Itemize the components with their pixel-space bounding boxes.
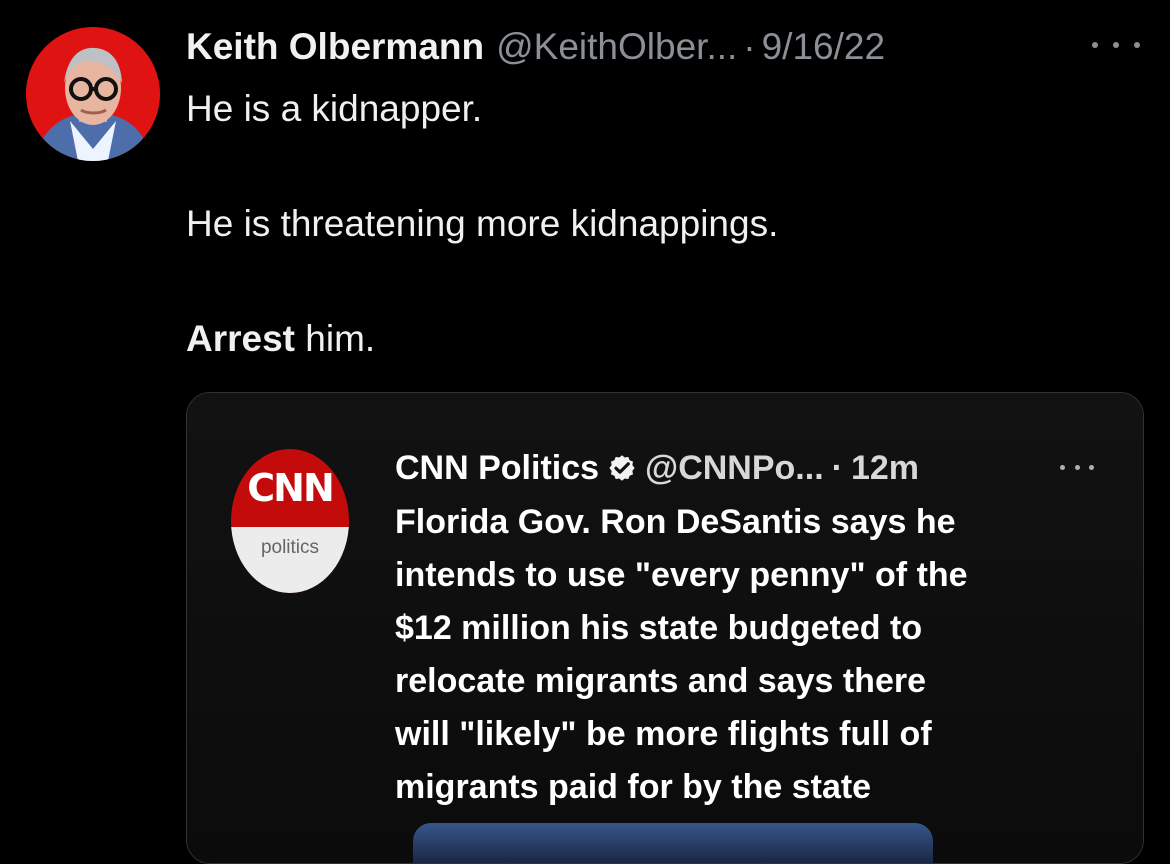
quoted-tweet-card[interactable]: CNN politics CNN Politics @CNNPo... · 12… (186, 392, 1144, 864)
quoted-body-line-5: will "likely" be more flights full of (395, 715, 932, 753)
quoted-tweet-header: CNN Politics @CNNPo... · 12m (395, 448, 1115, 488)
quoted-more-icon (1060, 461, 1094, 473)
tweet-line-1: He is a kidnapper. (186, 88, 483, 129)
quoted-body-line-3: $12 million his state budgeted to (395, 609, 923, 647)
cnn-logo-text: CNN (247, 466, 334, 510)
quoted-author-handle: @CNNPo... (645, 448, 824, 487)
more-icon-dot (1134, 42, 1140, 48)
quoted-body-line-1: Florida Gov. Ron DeSantis says he (395, 503, 956, 541)
cnn-logo-top: CNN (231, 449, 349, 527)
quoted-more-dot (1074, 464, 1080, 470)
avatar-icon (26, 27, 160, 161)
tweet-line-2: He is threatening more kidnappings. (186, 203, 779, 244)
cnn-politics-logo: CNN politics (231, 449, 349, 593)
author-name[interactable]: Keith Olbermann (186, 26, 484, 68)
tweet-line-3-rest: him. (295, 318, 376, 359)
quoted-body-line-6: migrants paid for by the state (395, 768, 872, 806)
quoted-author-name: CNN Politics (395, 448, 600, 487)
tweet-date[interactable]: 9/16/22 (762, 26, 885, 68)
quoted-more-dot (1089, 464, 1094, 470)
more-icon-dot (1113, 42, 1119, 48)
quoted-time: 12m (850, 448, 920, 487)
author-handle[interactable]: @KeithOlber... (496, 26, 737, 68)
more-icon (1092, 42, 1098, 48)
author-avatar[interactable] (26, 27, 160, 161)
tweet-line-3: Arrest him. (186, 318, 375, 360)
quoted-body-line-4: relocate migrants and says there (395, 662, 927, 700)
politics-logo-text: politics (260, 537, 320, 558)
tweet-header: Keith Olbermann @KeithOlber... · 9/16/22 (186, 22, 1106, 72)
quoted-media-preview (413, 823, 933, 863)
quoted-body-line-2: intends to use "every penny" of the (395, 556, 968, 594)
more-button[interactable] (1092, 30, 1140, 60)
quoted-separator: · (831, 448, 843, 487)
header-separator: · (743, 26, 756, 67)
tweet-line-3-bold: Arrest (186, 318, 295, 359)
cnn-logo-bottom: politics (231, 527, 349, 593)
quoted-tweet-body: Florida Gov. Ron DeSantis says he intend… (395, 496, 1130, 814)
verified-badge-icon (607, 453, 637, 483)
quoted-more-dot (1060, 464, 1065, 470)
